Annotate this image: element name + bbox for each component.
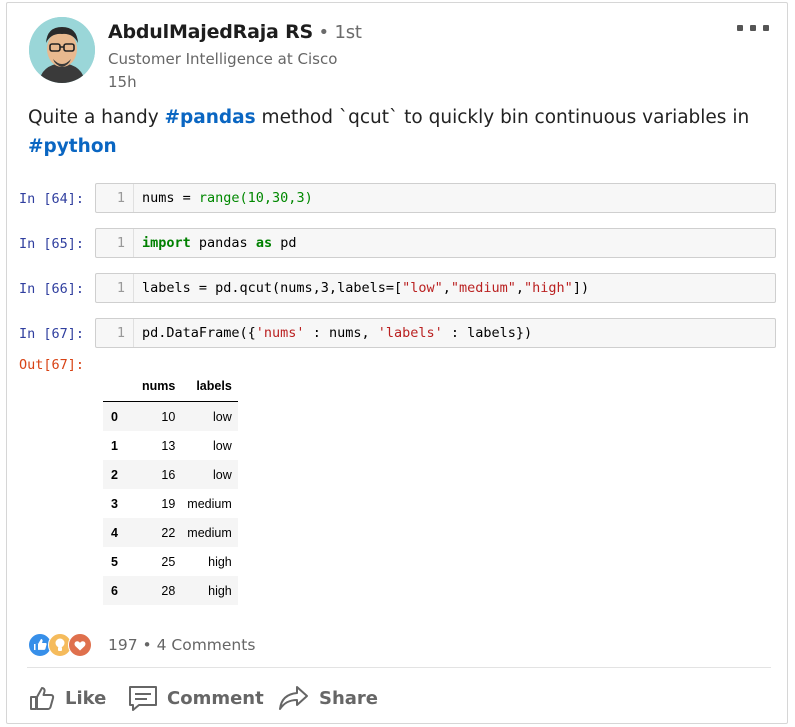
comments-count[interactable]: 4 Comments (157, 636, 256, 654)
code-token: "high" (524, 280, 573, 296)
code-token: 'nums' (255, 325, 305, 341)
love-icon (68, 633, 92, 657)
post-text-part: method `qcut` to quickly bin continuous … (255, 107, 750, 128)
author-name[interactable]: AbdulMajedRaja RS • 1st (108, 21, 362, 43)
code-cell: 1 labels = pd.qcut(nums,3,labels=["low",… (95, 273, 776, 303)
table-cell-labels: medium (187, 525, 232, 540)
dataframe-table: nums labels 0 10 low 1 13 low 2 16 low 3 19 medium 4… (103, 371, 238, 605)
post-text: Quite a handy #pandas method `qcut` to q… (28, 103, 758, 161)
table-cell-labels: low (213, 438, 232, 453)
table-cell-nums: 25 (161, 554, 176, 569)
connection-degree: • 1st (313, 22, 362, 43)
share-button[interactable]: Share (277, 679, 378, 717)
hashtag-python[interactable]: #python (28, 136, 117, 157)
code-token: labels = pd.qcut(nums,3,labels=[ (142, 280, 403, 296)
table-cell-idx: 2 (111, 467, 118, 482)
divider (27, 667, 771, 668)
table-header: labels (196, 379, 232, 393)
code-token: import (142, 235, 191, 251)
table-row: 0 10 low (103, 401, 238, 431)
separator: • (137, 636, 157, 654)
code-cell: 1 pd.DataFrame({'nums' : nums, 'labels' … (95, 318, 776, 348)
code-token: as (255, 235, 273, 251)
table-row: 4 22 medium (103, 518, 238, 547)
table-row: 3 19 medium (103, 489, 238, 518)
comment-icon (129, 686, 157, 711)
table-cell-idx: 3 (111, 496, 118, 511)
line-number: 1 (96, 184, 134, 212)
code-token: , (442, 280, 451, 296)
table-row: 1 13 low (103, 431, 238, 460)
code-token: 'labels' (377, 325, 443, 341)
share-arrow-icon (279, 686, 308, 710)
code-token: range(10,30,3) (198, 190, 313, 206)
table-body: 0 10 low 1 13 low 2 16 low 3 19 medium 4 22 medium 5 25 h… (103, 401, 238, 605)
table-cell-labels: low (213, 467, 232, 482)
code-line: labels = pd.qcut(nums,3,labels=["low","m… (142, 274, 589, 302)
code-line: nums = range(10,30,3) (142, 184, 313, 212)
social-counts: 197 • 4 Comments (108, 636, 255, 654)
code-line: pd.DataFrame({'nums' : nums, 'labels' : … (142, 319, 532, 347)
code-cell: 1 import pandas as pd (95, 228, 776, 258)
output-prompt: Out[67]: (19, 357, 85, 373)
comment-button[interactable]: Comment (127, 679, 264, 717)
table-cell-labels: high (208, 583, 232, 598)
table-cell-labels: high (208, 554, 232, 569)
table-cell-nums: 13 (161, 438, 176, 453)
line-number: 1 (96, 319, 134, 347)
table-cell-idx: 5 (111, 554, 118, 569)
code-token: , (515, 280, 525, 296)
code-token: ]) (572, 280, 590, 296)
hashtag-pandas[interactable]: #pandas (165, 107, 256, 128)
share-label: Share (319, 687, 379, 709)
code-token: : nums, (304, 325, 378, 341)
table-cell-nums: 10 (161, 409, 176, 424)
table-cell-nums: 28 (161, 583, 176, 598)
table-header-row: nums labels (103, 371, 238, 402)
table-cell-idx: 4 (111, 525, 118, 540)
table-cell-nums: 22 (161, 525, 176, 540)
code-cell: 1 nums = range(10,30,3) (95, 183, 776, 213)
table-cell-nums: 19 (161, 496, 176, 511)
table-header-index (103, 371, 136, 402)
cell-prompt: In [64]: (19, 191, 85, 207)
post-text-part: Quite a handy (28, 107, 165, 128)
table-cell-idx: 0 (111, 409, 118, 424)
code-token: pd.DataFrame({ (142, 325, 256, 341)
like-button[interactable]: Like (27, 679, 106, 717)
post-card: AbdulMajedRaja RS • 1st Customer Intelli… (6, 2, 788, 724)
table-row: 2 16 low (103, 460, 238, 489)
thumbs-up-icon (30, 687, 55, 710)
table-cell-idx: 6 (111, 583, 118, 598)
more-options-icon[interactable] (737, 21, 771, 35)
post-timestamp: 15h (108, 73, 137, 91)
cell-prompt: In [65]: (19, 236, 85, 252)
like-label: Like (65, 687, 107, 709)
author-headline: Customer Intelligence at Cisco (108, 50, 338, 68)
table-row: 5 25 high (103, 547, 238, 576)
code-token: pd (272, 235, 297, 251)
author-avatar[interactable] (29, 17, 95, 83)
table-header: nums (141, 379, 176, 393)
line-number: 1 (96, 229, 134, 257)
table-cell-idx: 1 (111, 438, 118, 453)
table-cell-nums: 16 (161, 467, 176, 482)
code-token: nums = (142, 190, 199, 206)
author-name-text[interactable]: AbdulMajedRaja RS (108, 21, 313, 43)
code-line: import pandas as pd (142, 229, 296, 257)
code-token: "low" (402, 280, 443, 296)
cell-prompt: In [66]: (19, 281, 85, 297)
table-cell-labels: medium (187, 496, 232, 511)
reaction-count[interactable]: 197 (108, 636, 138, 654)
code-token: "medium" (450, 280, 516, 296)
code-token: : labels}) (442, 325, 533, 341)
line-number: 1 (96, 274, 134, 302)
comment-label: Comment (167, 687, 264, 709)
code-token: pandas (190, 235, 256, 251)
cell-prompt: In [67]: (19, 326, 85, 342)
avatar-illustration (29, 17, 95, 83)
table-row: 6 28 high (103, 576, 238, 605)
table-cell-labels: low (213, 409, 232, 424)
